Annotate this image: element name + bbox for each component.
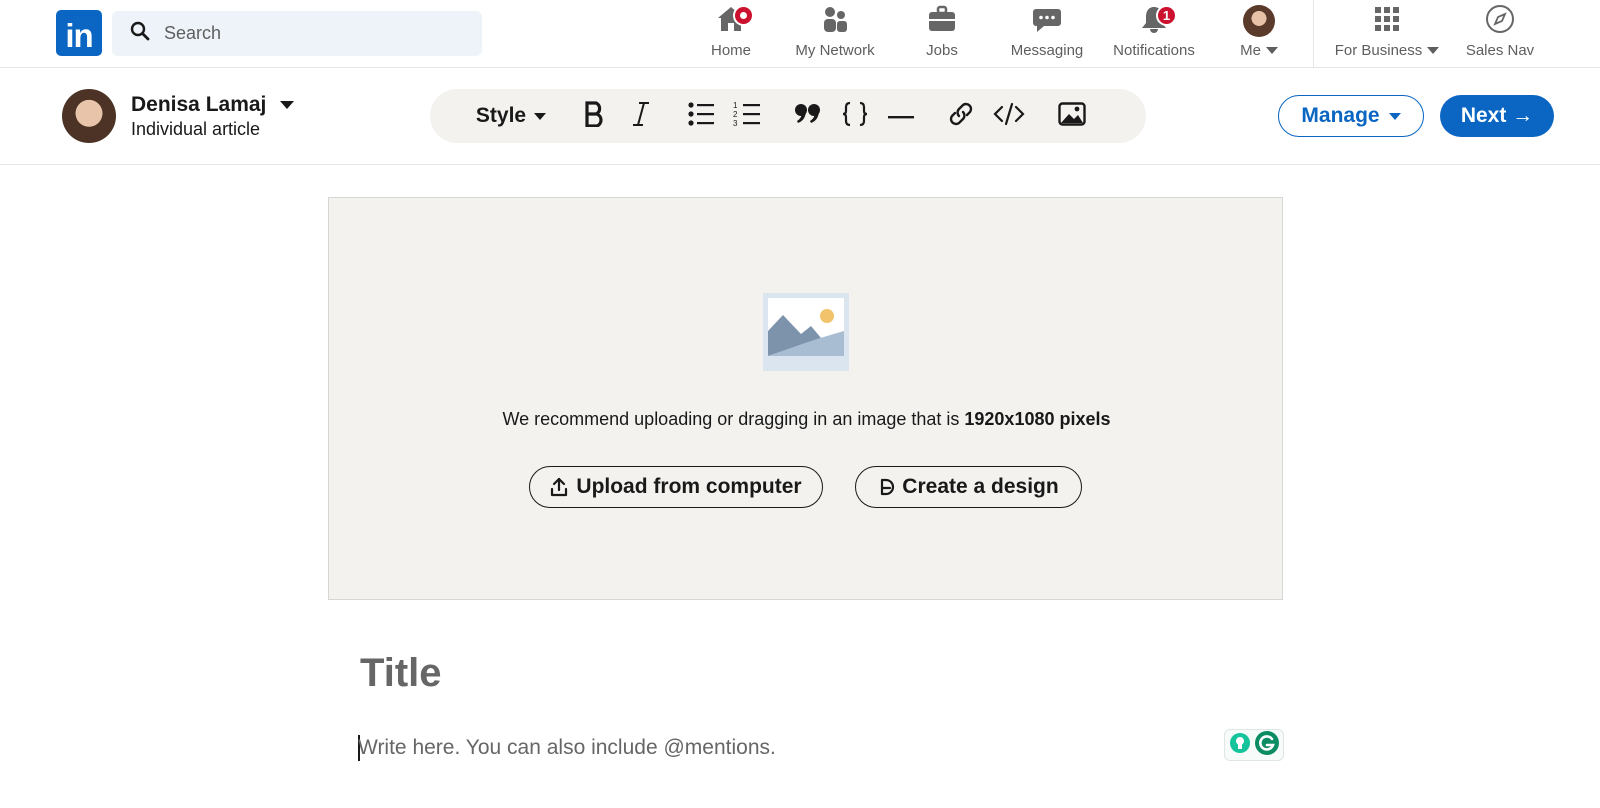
nav-me-text: Me: [1240, 42, 1261, 59]
cover-recommendation: We recommend uploading or dragging in an…: [329, 409, 1284, 430]
quote-icon: [794, 103, 822, 130]
linkedin-logo[interactable]: in: [56, 10, 102, 56]
chevron-down-icon: [280, 101, 295, 109]
nav-for-business-label: For Business: [1335, 42, 1440, 59]
grammarly-icon: [1254, 730, 1280, 761]
home-notification-dot: [733, 5, 754, 26]
lightbulb-icon: [1229, 732, 1251, 759]
link-icon: [947, 100, 975, 133]
chevron-down-icon: [1265, 47, 1278, 54]
search-icon: [130, 21, 150, 46]
manage-label: Manage: [1301, 104, 1380, 127]
chevron-down-icon: [1388, 112, 1401, 120]
next-label: Next →: [1460, 104, 1534, 127]
nav-notifications[interactable]: 1 Notifications: [1105, 5, 1203, 62]
nav-me[interactable]: Me: [1232, 5, 1286, 62]
bullet-list-button[interactable]: [686, 89, 716, 143]
design-label: Create a design: [902, 475, 1059, 498]
nav-jobs[interactable]: Jobs: [912, 5, 972, 62]
me-avatar: [1243, 5, 1275, 37]
logo-text: in: [65, 16, 93, 54]
nav-sales-nav[interactable]: Sales Nav: [1460, 4, 1540, 62]
nav-my-network[interactable]: My Network: [788, 6, 882, 62]
italic-button[interactable]: [626, 89, 656, 143]
svg-text:2: 2: [733, 110, 738, 119]
editor-toolbar-row: Denisa Lamaj Individual article Style 12…: [0, 68, 1600, 165]
nav-my-network-label: My Network: [795, 42, 875, 59]
design-icon: [878, 477, 896, 497]
notification-count-badge: 1: [1156, 5, 1177, 26]
svg-text:1: 1: [733, 101, 738, 110]
upload-from-computer-button[interactable]: Upload from computer: [529, 466, 823, 508]
compass-icon: [1485, 4, 1515, 39]
code-block-button[interactable]: [840, 89, 870, 143]
nav-notifications-label: Notifications: [1113, 42, 1195, 59]
recommended-size: 1920x1080 pixels: [964, 409, 1111, 429]
link-button[interactable]: [945, 89, 977, 143]
bold-icon: [583, 100, 607, 132]
quote-button[interactable]: [792, 89, 824, 143]
cover-image-dropzone[interactable]: We recommend uploading or dragging in an…: [328, 197, 1283, 600]
svg-text:3: 3: [733, 119, 738, 128]
search-bar[interactable]: [112, 11, 482, 56]
nav-messaging-label: Messaging: [1010, 42, 1084, 59]
article-body-input[interactable]: Write here. You can also include @mentio…: [358, 736, 776, 760]
nav-for-business[interactable]: For Business: [1328, 6, 1446, 62]
chevron-down-icon: [534, 112, 547, 120]
code-icon: [993, 102, 1025, 131]
article-type: Individual article: [131, 119, 261, 139]
bold-button[interactable]: [580, 89, 610, 143]
author-name: Denisa Lamaj: [131, 93, 267, 116]
chat-icon: [1032, 5, 1062, 38]
formatting-toolbar: Style 123: [430, 89, 1146, 143]
author-selector[interactable]: Denisa Lamaj: [131, 93, 295, 117]
numbered-list-icon: 123: [733, 100, 761, 133]
author-avatar: [62, 89, 116, 143]
global-nav: in Home My Network Jobs: [0, 0, 1600, 68]
style-label: Style: [475, 104, 527, 127]
people-icon: [820, 5, 850, 38]
nav-divider: [1313, 0, 1314, 68]
article-title-input[interactable]: Title: [360, 651, 442, 696]
upload-icon: [550, 477, 568, 497]
briefcase-icon: [927, 5, 957, 38]
insert-image-button[interactable]: [1056, 89, 1088, 143]
nav-for-business-text: For Business: [1334, 42, 1423, 59]
chevron-down-icon: [1427, 47, 1440, 54]
nav-me-label: Me: [1240, 42, 1278, 59]
nav-jobs-label: Jobs: [926, 42, 958, 59]
grid-icon: [1374, 6, 1400, 37]
italic-icon: [630, 101, 652, 132]
manage-button[interactable]: Manage: [1278, 95, 1424, 137]
next-button[interactable]: Next →: [1440, 95, 1554, 137]
horizontal-rule-icon: [888, 107, 914, 125]
recommendation-text: We recommend uploading or dragging in an…: [502, 409, 965, 429]
nav-messaging[interactable]: Messaging: [1005, 6, 1089, 62]
bullet-list-icon: [687, 101, 715, 132]
image-icon: [1058, 101, 1086, 131]
nav-sales-nav-label: Sales Nav: [1465, 42, 1535, 59]
braces-icon: [841, 101, 869, 132]
search-input[interactable]: [164, 23, 464, 44]
nav-home[interactable]: Home: [704, 5, 758, 62]
create-design-button[interactable]: Create a design: [855, 466, 1082, 508]
grammarly-widget[interactable]: [1224, 729, 1284, 761]
divider-button[interactable]: [886, 89, 916, 143]
style-dropdown[interactable]: Style: [470, 89, 552, 143]
nav-home-label: Home: [710, 42, 751, 59]
embed-button[interactable]: [993, 89, 1025, 143]
numbered-list-button[interactable]: 123: [732, 89, 762, 143]
image-placeholder-icon: [763, 293, 849, 376]
upload-label: Upload from computer: [576, 475, 802, 498]
